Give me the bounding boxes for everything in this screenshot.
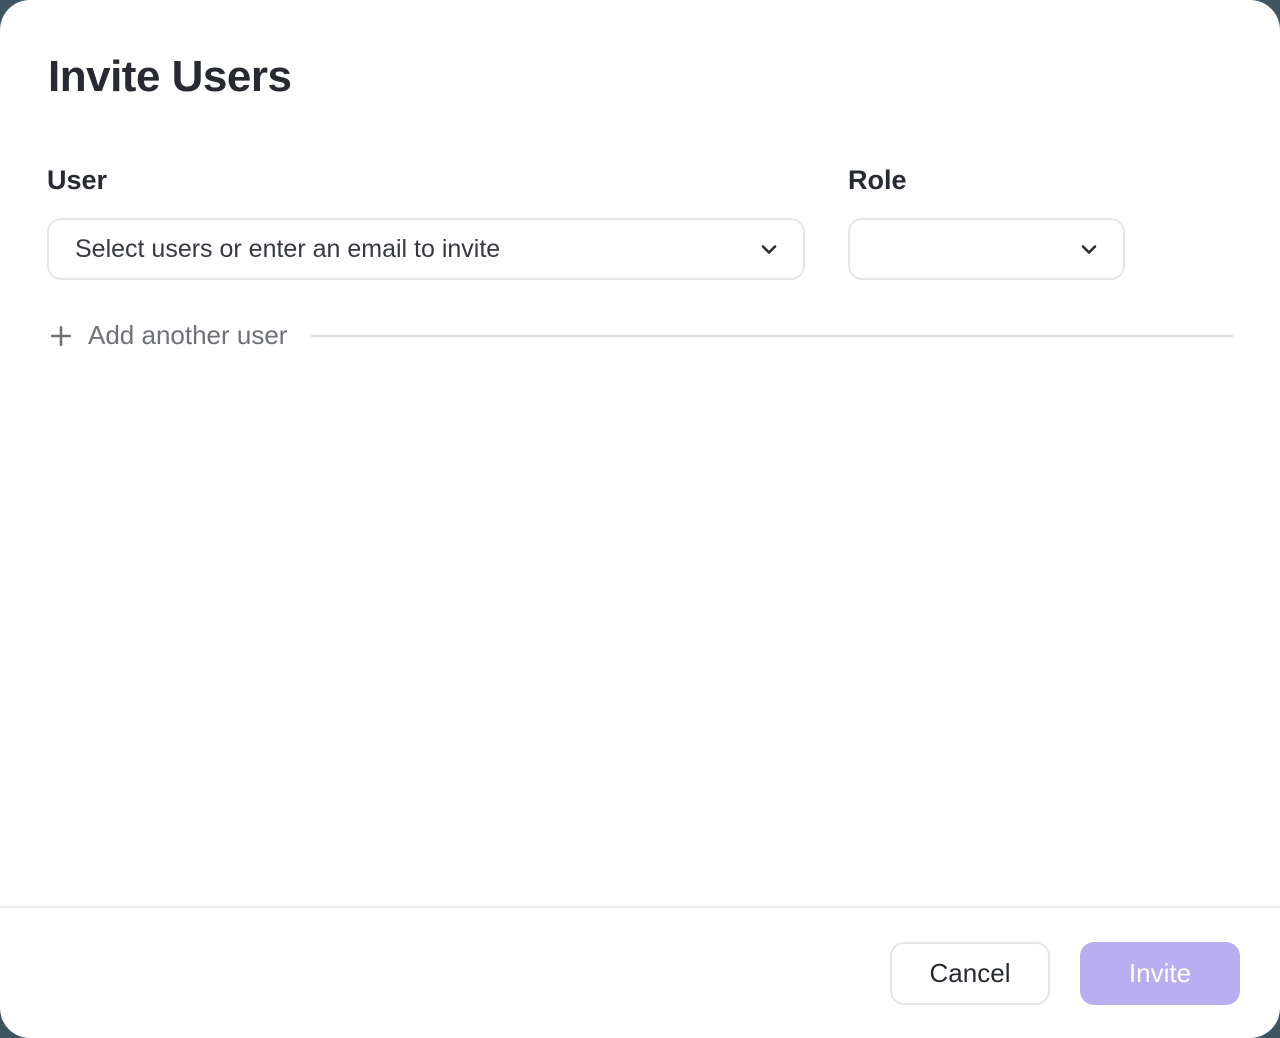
dialog-title: Invite Users — [48, 52, 291, 102]
invite-users-dialog: Invite Users User Select users or enter … — [0, 0, 1280, 1038]
user-select[interactable]: Select users or enter an email to invite — [47, 218, 805, 280]
user-select-placeholder: Select users or enter an email to invite — [75, 235, 757, 264]
chevron-down-icon — [1077, 237, 1101, 261]
horizontal-rule — [311, 335, 1233, 337]
add-another-user-button[interactable]: Add another user — [47, 320, 287, 351]
role-select[interactable] — [848, 218, 1125, 280]
add-another-user-row: Add another user — [47, 320, 1233, 351]
plus-icon — [47, 322, 75, 350]
footer-divider — [0, 906, 1280, 908]
invite-button[interactable]: Invite — [1080, 942, 1240, 1005]
user-field-label: User — [47, 164, 805, 196]
role-field-label: Role — [848, 164, 1125, 196]
user-field: User Select users or enter an email to i… — [47, 164, 805, 280]
add-another-user-label: Add another user — [88, 320, 287, 351]
role-field: Role — [848, 164, 1125, 280]
cancel-button[interactable]: Cancel — [890, 942, 1050, 1005]
chevron-down-icon — [757, 237, 781, 261]
